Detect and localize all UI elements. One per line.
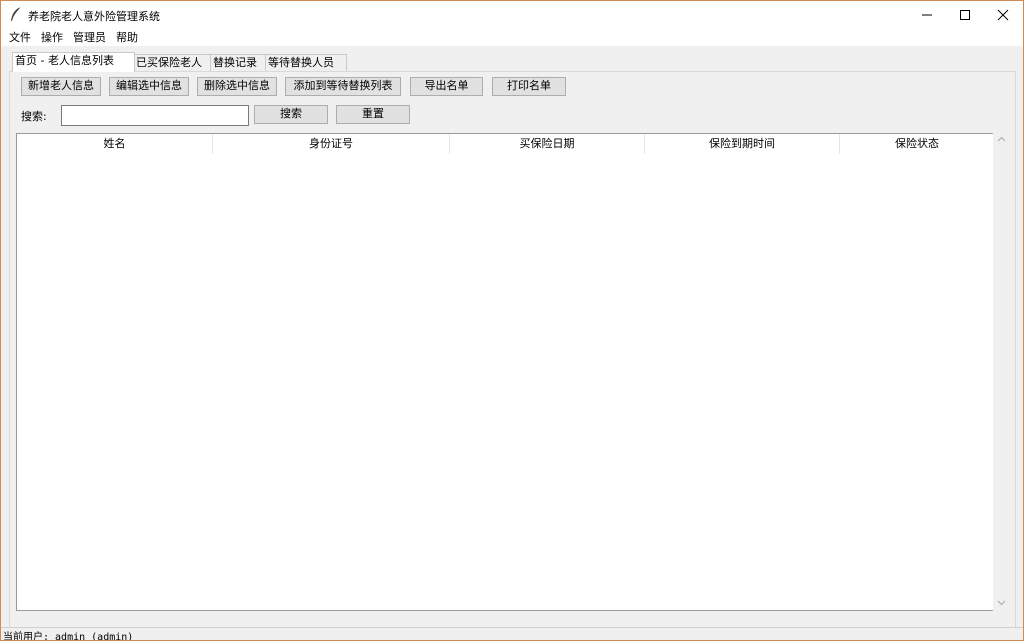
delete-selected-button[interactable]: 删除选中信息 — [197, 77, 277, 96]
tab-replace-records[interactable]: 替换记录 — [210, 54, 268, 72]
maximize-button[interactable] — [945, 1, 985, 28]
add-to-wait-list-button[interactable]: 添加到等待替换列表 — [285, 77, 401, 96]
minimize-icon — [922, 14, 932, 16]
reset-button[interactable]: 重置 — [336, 105, 410, 124]
scroll-down-icon[interactable] — [993, 597, 1010, 609]
column-header-name[interactable]: 姓名 — [17, 134, 213, 154]
add-elder-button[interactable]: 新增老人信息 — [21, 77, 101, 96]
window-title: 养老院老人意外险管理系统 — [28, 10, 160, 23]
tab-waiting[interactable]: 等待替换人员 — [265, 54, 347, 72]
column-header-status[interactable]: 保险状态 — [840, 134, 994, 154]
column-header-purchase-date[interactable]: 买保险日期 — [450, 134, 645, 154]
column-header-expire-date[interactable]: 保险到期时间 — [645, 134, 840, 154]
scroll-up-icon[interactable] — [993, 133, 1010, 145]
status-bar: 当前用户: admin (admin) — [1, 627, 1023, 641]
maximize-icon — [960, 10, 970, 20]
elder-info-table[interactable]: 姓名 身份证号 买保险日期 保险到期时间 保险状态 — [16, 133, 995, 611]
app-window: 养老院老人意外险管理系统 文件 操作 管理员 帮助 首页 - 老人信息列表 已买… — [0, 0, 1024, 641]
menu-operate[interactable]: 操作 — [39, 29, 65, 45]
menu-help[interactable]: 帮助 — [114, 29, 140, 45]
current-user-status: 当前用户: admin (admin) — [3, 632, 134, 641]
title-bar[interactable]: 养老院老人意外险管理系统 — [1, 1, 1023, 28]
table-scrollbar[interactable] — [993, 133, 1010, 611]
feather-icon — [11, 6, 22, 21]
tab-insured[interactable]: 已买保险老人 — [133, 54, 213, 72]
search-input[interactable] — [61, 105, 249, 126]
search-label: 搜索: — [21, 110, 47, 123]
edit-selected-button[interactable]: 编辑选中信息 — [109, 77, 189, 96]
close-icon — [997, 9, 1009, 21]
tab-bar: 首页 - 老人信息列表 已买保险老人 替换记录 等待替换人员 — [1, 52, 1023, 72]
column-header-id-number[interactable]: 身份证号 — [213, 134, 450, 154]
menu-file[interactable]: 文件 — [7, 29, 33, 45]
close-button[interactable] — [983, 1, 1023, 28]
print-list-button[interactable]: 打印名单 — [492, 77, 566, 96]
minimize-button[interactable] — [907, 1, 947, 28]
export-list-button[interactable]: 导出名单 — [410, 77, 483, 96]
tab-home-list[interactable]: 首页 - 老人信息列表 — [12, 52, 135, 72]
search-button[interactable]: 搜索 — [254, 105, 328, 124]
menu-bar: 文件 操作 管理员 帮助 — [1, 28, 1023, 46]
menu-admin[interactable]: 管理员 — [71, 29, 108, 45]
